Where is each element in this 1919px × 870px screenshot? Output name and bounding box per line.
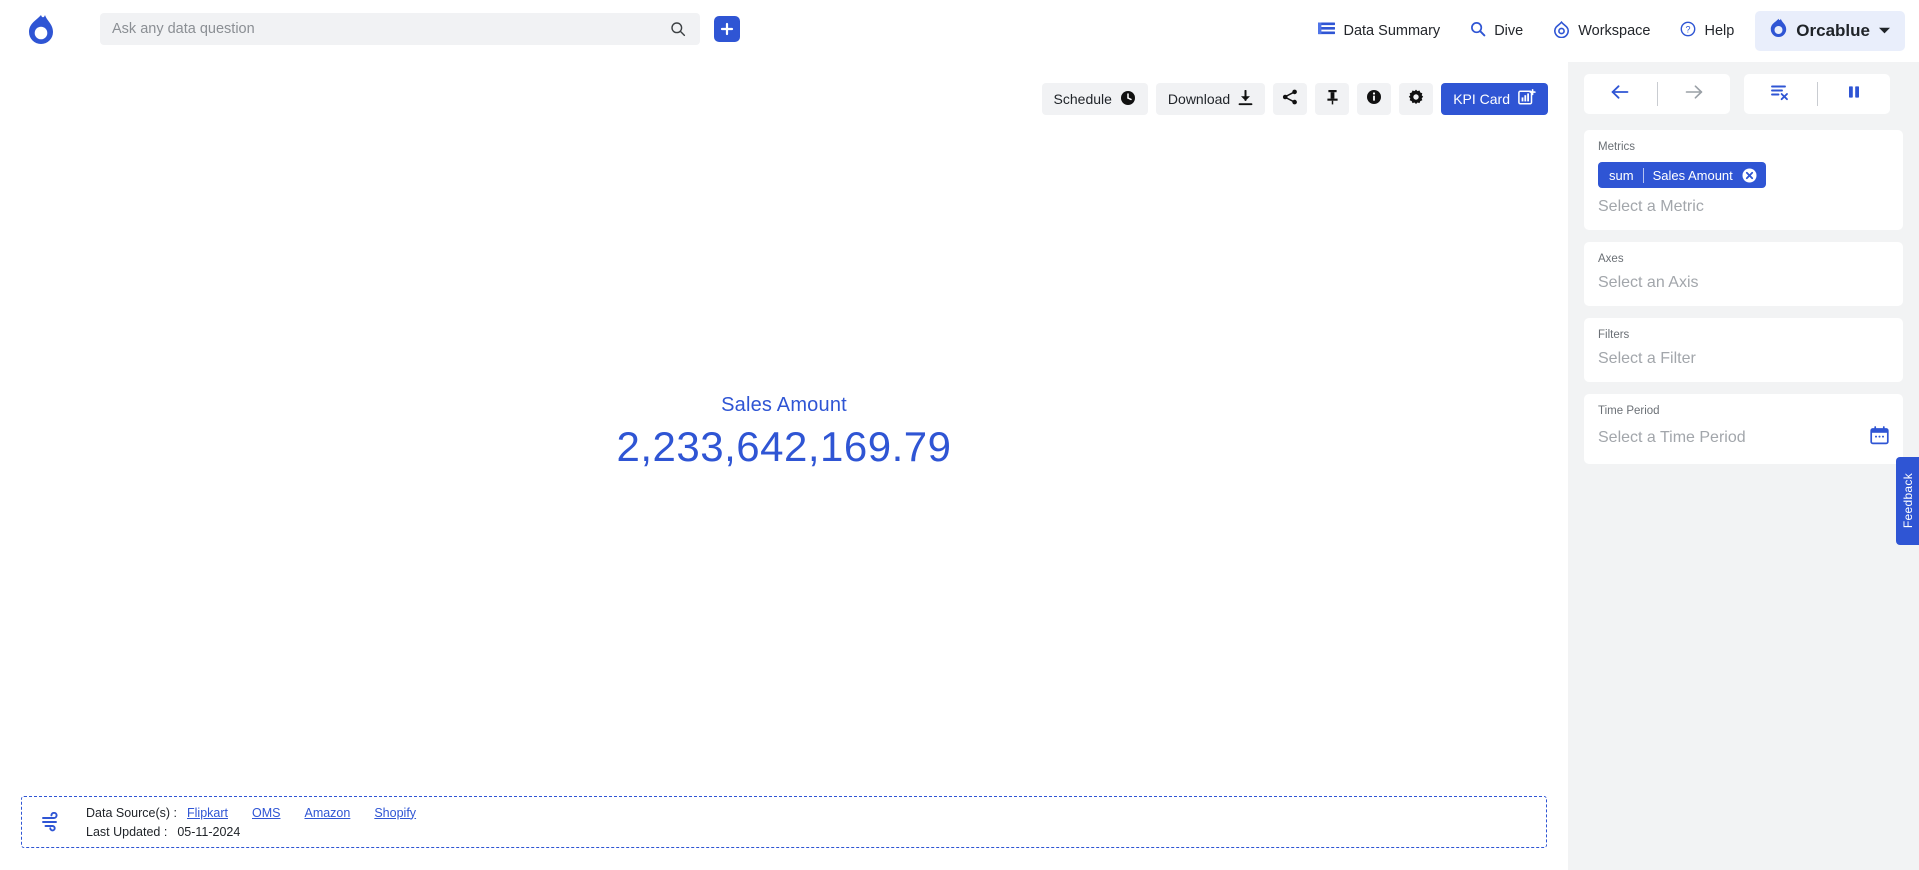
- nav-item-data-summary[interactable]: Data Summary: [1303, 11, 1455, 51]
- list-bars-icon: [1318, 22, 1336, 41]
- back-button[interactable]: [1584, 74, 1657, 114]
- forward-button[interactable]: [1658, 74, 1731, 114]
- search-input[interactable]: [112, 21, 668, 37]
- nav-item-dive[interactable]: Dive: [1455, 11, 1538, 51]
- wind-flow-icon: [42, 812, 64, 832]
- last-updated-value: 05-11-2024: [177, 824, 241, 839]
- account-name: Orcablue: [1796, 21, 1870, 40]
- arrow-right-icon: [1684, 84, 1704, 105]
- close-circle-icon[interactable]: [1742, 168, 1757, 183]
- data-sources-label: Data Source(s) :: [86, 805, 178, 820]
- chevron-down-icon: [1878, 22, 1891, 40]
- config-sidebar: Metrics sum Sales Amount Select a Metric…: [1568, 62, 1919, 870]
- sidebar-toolbar: [1584, 74, 1903, 114]
- time-period-select-placeholder[interactable]: Select a Time Period: [1598, 429, 1746, 447]
- kpi-card: Sales Amount 2,233,642,169.79: [0, 62, 1568, 802]
- search-icon[interactable]: [668, 19, 688, 39]
- kpi-value: 2,233,642,169.79: [616, 422, 952, 470]
- metrics-title: Metrics: [1598, 141, 1636, 153]
- metrics-panel: Metrics sum Sales Amount Select a Metric: [1584, 130, 1903, 230]
- time-period-title: Time Period: [1598, 405, 1660, 417]
- main-navigation: Data Summary Dive Workspace ? Help Orcab…: [1303, 0, 1911, 62]
- chip-separator: [1642, 167, 1644, 183]
- data-source-link-oms[interactable]: OMS: [252, 806, 280, 820]
- question-circle-icon: ?: [1680, 21, 1696, 41]
- metric-chip-field: Sales Amount: [1652, 167, 1733, 183]
- account-menu-button[interactable]: Orcablue: [1755, 11, 1905, 51]
- arrow-left-icon: [1610, 84, 1630, 105]
- workspace-orca-icon: [1553, 20, 1570, 42]
- data-source-footer: Data Source(s) : Flipkart OMS Amazon Sho…: [21, 796, 1547, 848]
- metric-select-placeholder[interactable]: Select a Metric: [1598, 198, 1889, 216]
- clear-filters-icon: [1770, 83, 1790, 106]
- data-sources-row: Data Source(s) : Flipkart OMS Amazon Sho…: [86, 806, 430, 820]
- feedback-tab[interactable]: Feedback: [1896, 457, 1919, 545]
- data-source-link-flipkart[interactable]: Flipkart: [187, 806, 228, 820]
- nav-label-data-summary: Data Summary: [1343, 23, 1441, 39]
- axes-title: Axes: [1598, 253, 1624, 265]
- clear-filters-button[interactable]: [1744, 74, 1817, 114]
- pause-button[interactable]: [1818, 74, 1891, 114]
- calendar-icon[interactable]: [1870, 426, 1889, 450]
- search-icon: [1470, 21, 1486, 41]
- nav-label-workspace: Workspace: [1578, 23, 1651, 39]
- add-query-button[interactable]: [714, 16, 740, 42]
- pause-icon: [1846, 84, 1862, 105]
- axis-select-placeholder[interactable]: Select an Axis: [1598, 274, 1889, 292]
- last-updated-label: Last Updated :: [86, 824, 168, 839]
- filter-select-placeholder[interactable]: Select a Filter: [1598, 350, 1889, 368]
- top-bar: Data Summary Dive Workspace: [0, 0, 1919, 62]
- data-source-link-amazon[interactable]: Amazon: [304, 806, 350, 820]
- feedback-label: Feedback: [1900, 473, 1915, 529]
- axes-panel: Axes Select an Axis: [1584, 242, 1903, 306]
- time-period-panel: Time Period Select a Time Period: [1584, 394, 1903, 464]
- metric-chip-aggregation: sum: [1609, 167, 1634, 183]
- svg-text:?: ?: [1686, 24, 1691, 34]
- nav-item-help[interactable]: ? Help: [1665, 11, 1749, 51]
- plus-icon: [720, 22, 734, 36]
- orca-droplet-logo: [1769, 18, 1788, 44]
- metric-chip-sales-amount[interactable]: sum Sales Amount: [1598, 162, 1766, 188]
- filters-title: Filters: [1598, 329, 1630, 341]
- nav-label-help: Help: [1704, 23, 1735, 39]
- nav-item-workspace[interactable]: Workspace: [1538, 11, 1665, 51]
- app-logo[interactable]: [22, 11, 60, 49]
- history-nav-group: [1584, 74, 1730, 114]
- last-updated-row: Last Updated : 05-11-2024: [86, 825, 430, 839]
- sidebar-actions-group: [1744, 74, 1890, 114]
- nav-label-dive: Dive: [1494, 23, 1524, 39]
- main-content: Schedule Download KPI Card Sales Amount …: [0, 62, 1568, 870]
- kpi-label: Sales Amount: [721, 393, 847, 416]
- filters-panel: Filters Select a Filter: [1584, 318, 1903, 382]
- search-bar[interactable]: [100, 13, 700, 45]
- data-source-link-shopify[interactable]: Shopify: [374, 806, 416, 820]
